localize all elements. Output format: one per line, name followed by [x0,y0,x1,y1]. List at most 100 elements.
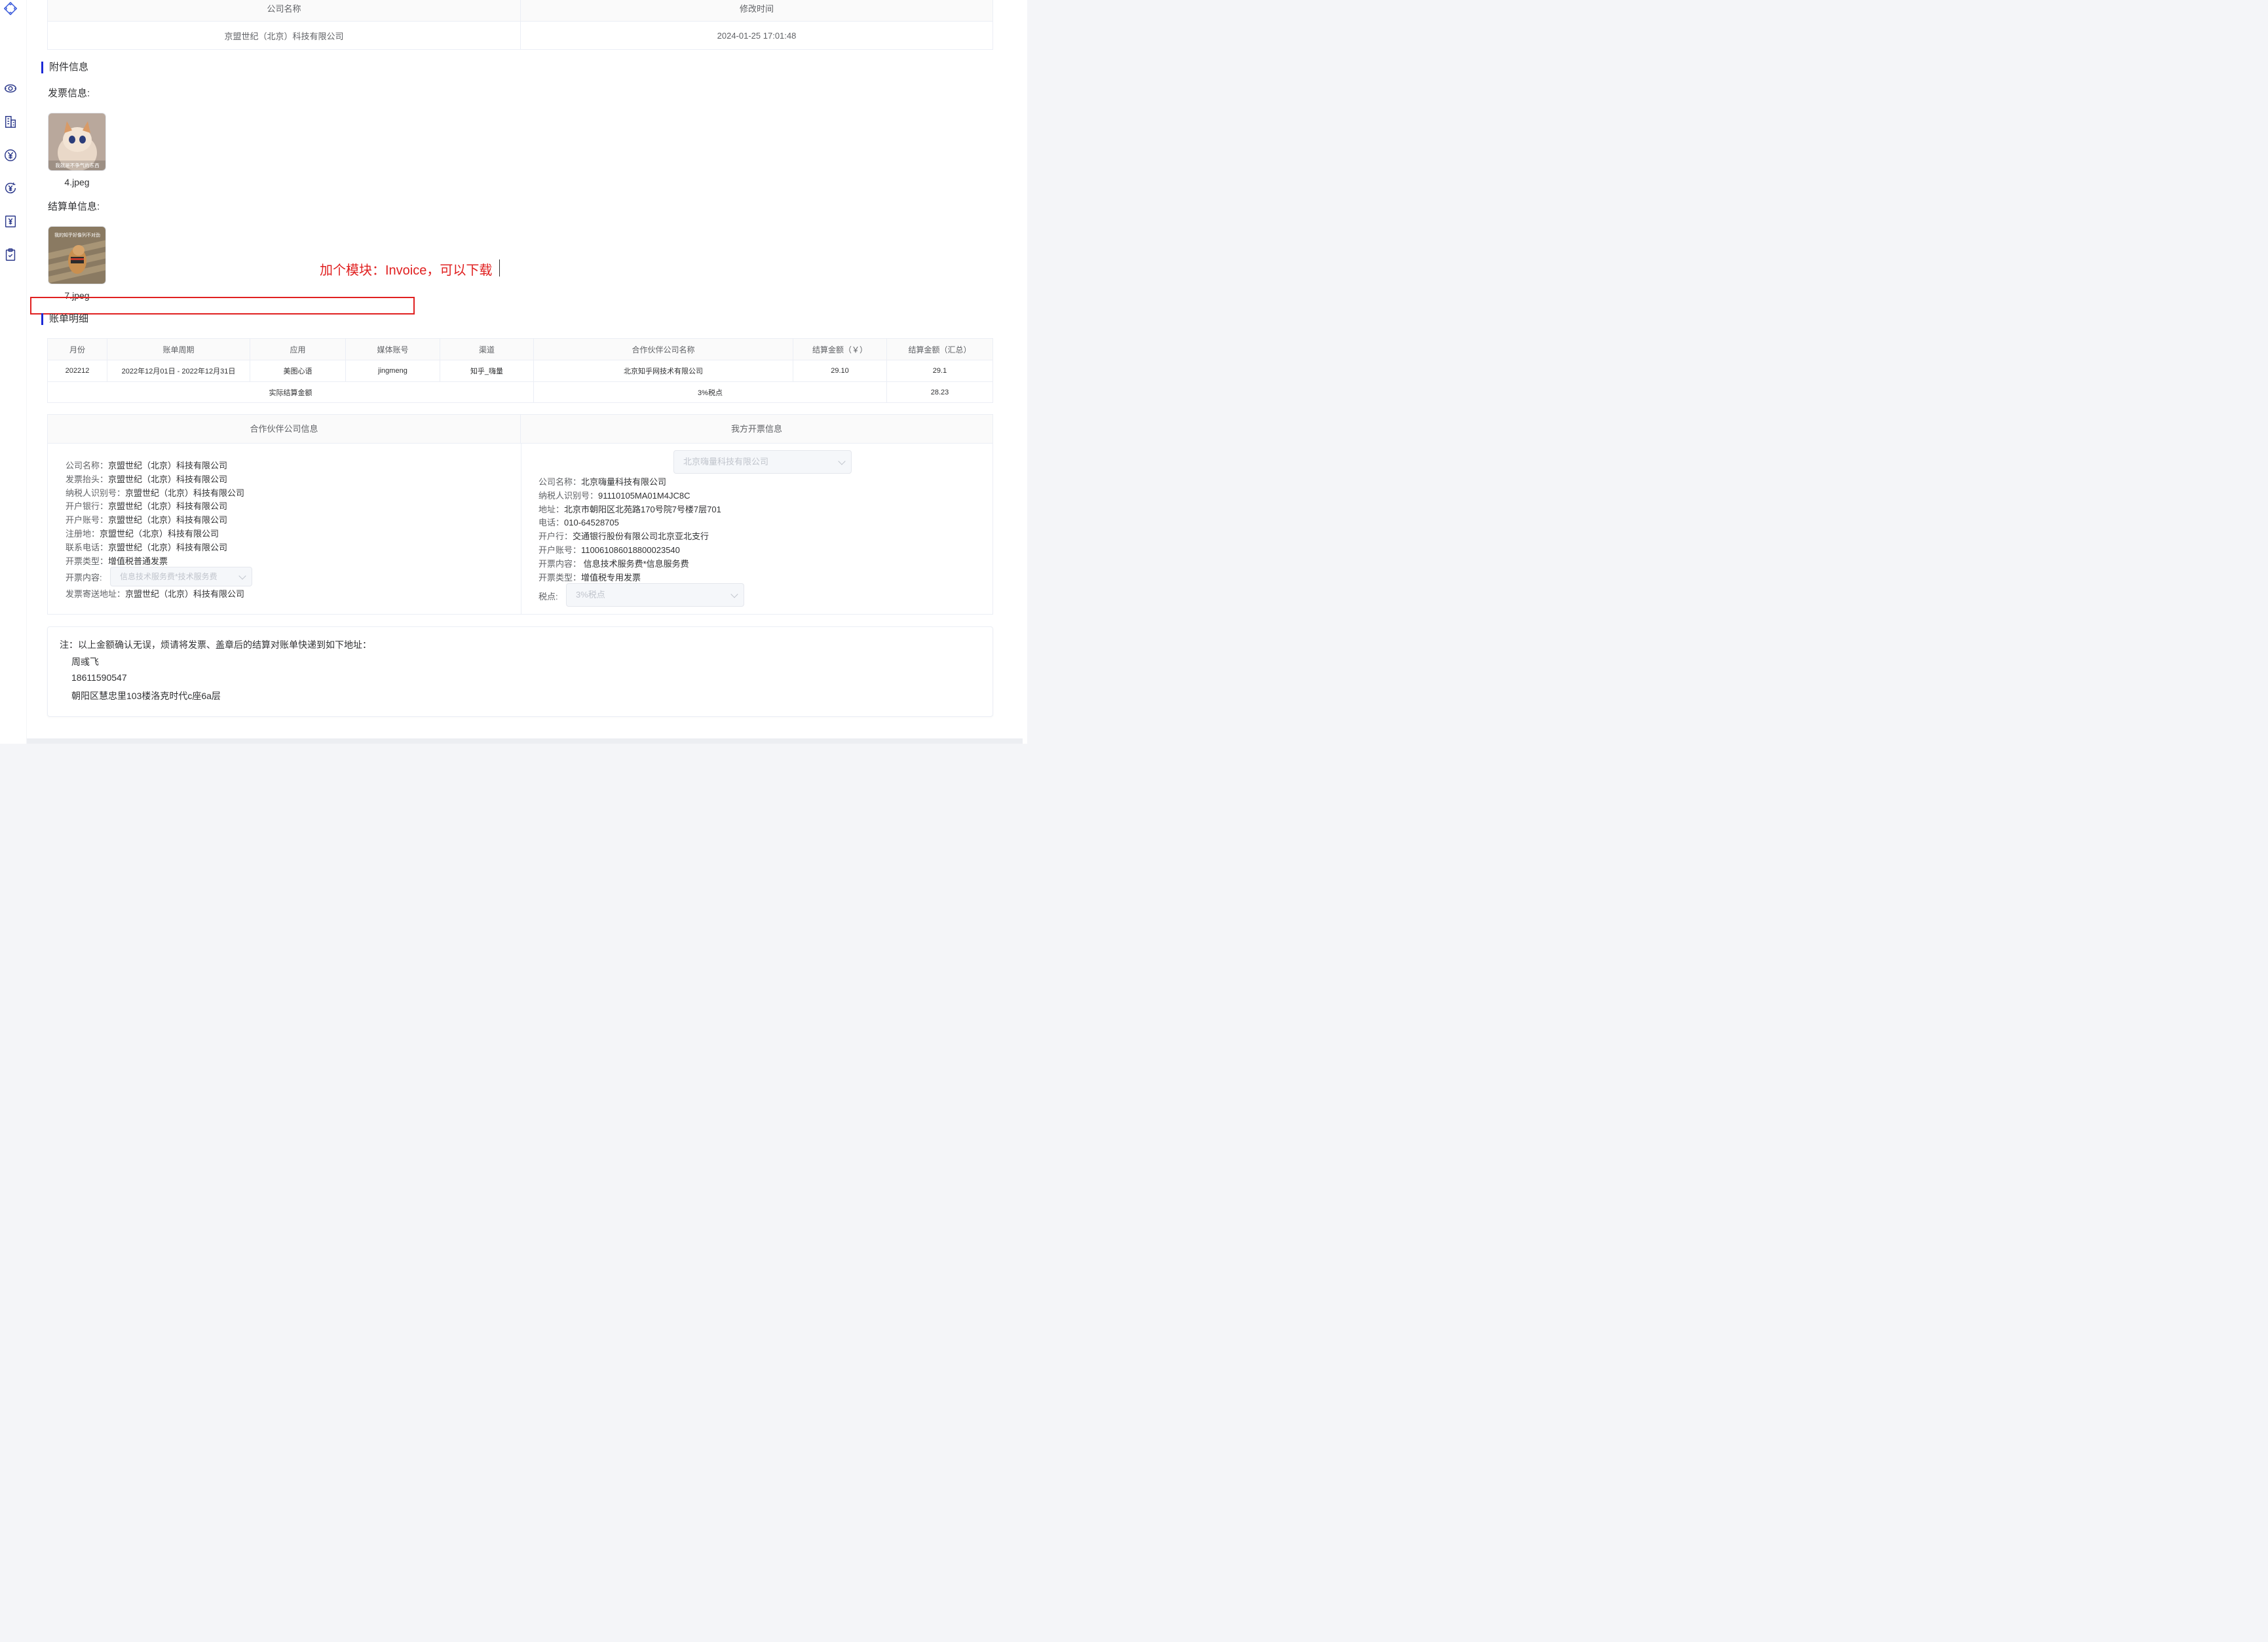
money-bag-icon[interactable] [3,81,18,96]
info-line-label: 电话： [539,518,565,528]
info-line-label: 发票抬头： [66,474,109,484]
info-line-label: 开户账号： [66,515,109,525]
table-header: 公司名称 [47,0,521,22]
address-line: 发票寄送地址：京盟世纪（北京）科技有限公司 [66,587,244,600]
table-cell: 京盟世纪（北京）科技有限公司 [47,21,521,50]
info-line-label: 地址： [539,504,565,514]
statement-thumbnail[interactable]: 我的知乎好像列不对劲 [48,226,106,284]
note-phone: 18611590547 [71,672,127,683]
partner-info-header: 合作伙伴公司信息 [48,415,521,444]
summary-row: 实际结算金额 3%税点 28.23 [47,381,993,403]
info-line-value: 北京市朝阳区北苑路170号院7号楼7层701 [564,504,721,514]
table-cell: 2024-01-25 17:01:48 [520,21,993,50]
info-line: 开户行：交通银行股份有限公司北京亚北支行 [539,529,709,542]
info-line-value: 信息技术服务费*信息服务费 [581,558,689,569]
invoice-thumb-caption: 我就是不争气的东西 [55,162,100,168]
invoice-thumbnail[interactable]: 我就是不争气的东西 [48,113,106,171]
info-line-value: 增值税普通发票 [108,556,168,566]
scrollbar[interactable] [1023,0,1027,744]
info-line: 开户银行：京盟世纪（北京）科技有限公司 [66,499,227,512]
chevron-down-icon [730,590,738,598]
our-company-select[interactable]: 北京嗨量科技有限公司 [673,450,852,474]
note-name: 周彧飞 [71,657,99,667]
invoice-filename[interactable]: 4.jpeg [48,177,106,187]
table-header: 应用 [250,338,346,360]
info-line: 开户账号：京盟世纪（北京）科技有限公司 [66,513,227,525]
chevron-down-icon [238,572,246,580]
info-line-value: 010-64528705 [564,518,619,528]
info-line: 公司名称：北京嗨量科技有限公司 [539,475,666,487]
info-line-label: 联系电话： [66,542,109,552]
logo-icon[interactable] [3,1,18,16]
info-line-label: 公司名称： [66,461,109,470]
table-cell: 29.1 [886,360,993,382]
table-cell: jingmeng [345,360,440,382]
note-address: 朝阳区慧忠里103楼洛克时代c座6a层 [71,691,221,701]
table-cell: 202212 [47,360,107,382]
info-line: 开票内容： 信息技术服务费*信息服务费 [539,557,689,569]
info-line-label: 公司名称： [539,477,582,487]
bill-table: 月份 账单周期 应用 媒体账号 渠道 合作伙伴公司名称 结算金额（￥） 结算金额… [47,338,993,403]
info-line-label: 开票类型： [539,572,582,582]
info-line-value: 京盟世纪（北京）科技有限公司 [125,487,245,498]
table-header: 月份 [47,338,107,360]
table-header: 渠道 [440,338,534,360]
info-line: 公司名称：京盟世纪（北京）科技有限公司 [66,459,227,471]
annotation-highlight-box [30,297,415,315]
info-line-value: 京盟世纪（北京）科技有限公司 [108,474,228,484]
tax-select[interactable]: 3%税点 [566,583,744,607]
table-header: 媒体账号 [345,338,440,360]
building-icon[interactable] [3,115,18,129]
info-line: 纳税人识别号：91110105MA01M4JC8C [539,489,690,501]
table-cell: 北京知乎网技术有限公司 [533,360,793,382]
table-row: 京盟世纪（北京）科技有限公司 2024-01-25 17:01:48 [47,21,993,50]
info-line-value: 交通银行股份有限公司北京亚北支行 [573,531,709,542]
shipping-note: 注：以上金额确认无误，烦请将发票、盖章后的结算对账单快递到如下地址： 周彧飞 1… [47,626,993,717]
summary-total: 28.23 [886,381,993,403]
table-cell: 2022年12月01日 - 2022年12月31日 [107,360,250,382]
info-line: 开户账号：110061086018800023540 [539,543,680,556]
table-header: 合作伙伴公司名称 [533,338,793,360]
table-row: 202212 2022年12月01日 - 2022年12月31日 美图心语 ji… [47,360,993,382]
address-label: 发票寄送地址： [66,589,126,599]
info-line: 开票类型：增值税专用发票 [539,571,641,583]
yen-circle-icon[interactable] [3,148,18,162]
info-line-value: 增值税专用发票 [581,572,641,582]
info-line-value: 京盟世纪（北京）科技有限公司 [108,501,228,512]
yen-refresh-icon[interactable] [3,181,18,195]
info-line: 发票抬头：京盟世纪（北京）科技有限公司 [66,472,227,485]
info-line: 联系电话：京盟世纪（北京）科技有限公司 [66,541,227,553]
info-line-label: 开户行： [539,531,573,542]
invoice-label: 发票信息: [48,88,90,99]
section-title-attachments: 附件信息 [41,62,88,73]
company-info-table: 公司名称 修改时间 京盟世纪（北京）科技有限公司 2024-01-25 17:0… [47,0,993,50]
table-cell: 美图心语 [250,360,346,382]
yen-receipt-icon[interactable] [3,214,18,229]
info-line-value: 京盟世纪（北京）科技有限公司 [108,542,228,552]
info-line: 开票类型：增值税普通发票 [66,554,168,567]
summary-tax: 3%税点 [533,381,887,403]
select-value: 信息技术服务费*技术服务费 [120,572,217,581]
sidebar [0,0,26,744]
info-line: 地址：北京市朝阳区北苑路170号院7号楼7层701 [539,503,721,515]
table-header: 修改时间 [520,0,993,22]
info-line-label: 纳税人识别号： [539,490,599,501]
note-intro: 注：以上金额确认无误，烦请将发票、盖章后的结算对账单快递到如下地址： [60,640,371,650]
table-cell: 29.10 [793,360,887,382]
section-title-bill: 账单明细 [41,313,88,325]
annotation-text: 加个模块：Invoice，可以下载 [320,263,493,278]
info-line: 注册地：京盟世纪（北京）科技有限公司 [66,527,219,539]
info-line-value: 京盟世纪（北京）科技有限公司 [108,515,228,525]
info-line: 纳税人识别号：京盟世纪（北京）科技有限公司 [66,486,244,499]
partner-content-select[interactable]: 信息技术服务费*技术服务费 [110,567,252,586]
info-line: 电话：010-64528705 [539,516,619,528]
table-header: 结算金额（汇总） [886,338,993,360]
info-line-value: 北京嗨量科技有限公司 [581,477,667,487]
info-line-label: 注册地： [66,529,100,539]
clipboard-check-icon[interactable] [3,248,18,262]
chevron-down-icon [838,457,846,465]
content-label: 开票内容: [66,573,102,582]
select-value: 3%税点 [576,590,605,600]
statement-label: 结算单信息: [48,201,100,212]
info-line-label: 开户银行： [66,501,109,512]
